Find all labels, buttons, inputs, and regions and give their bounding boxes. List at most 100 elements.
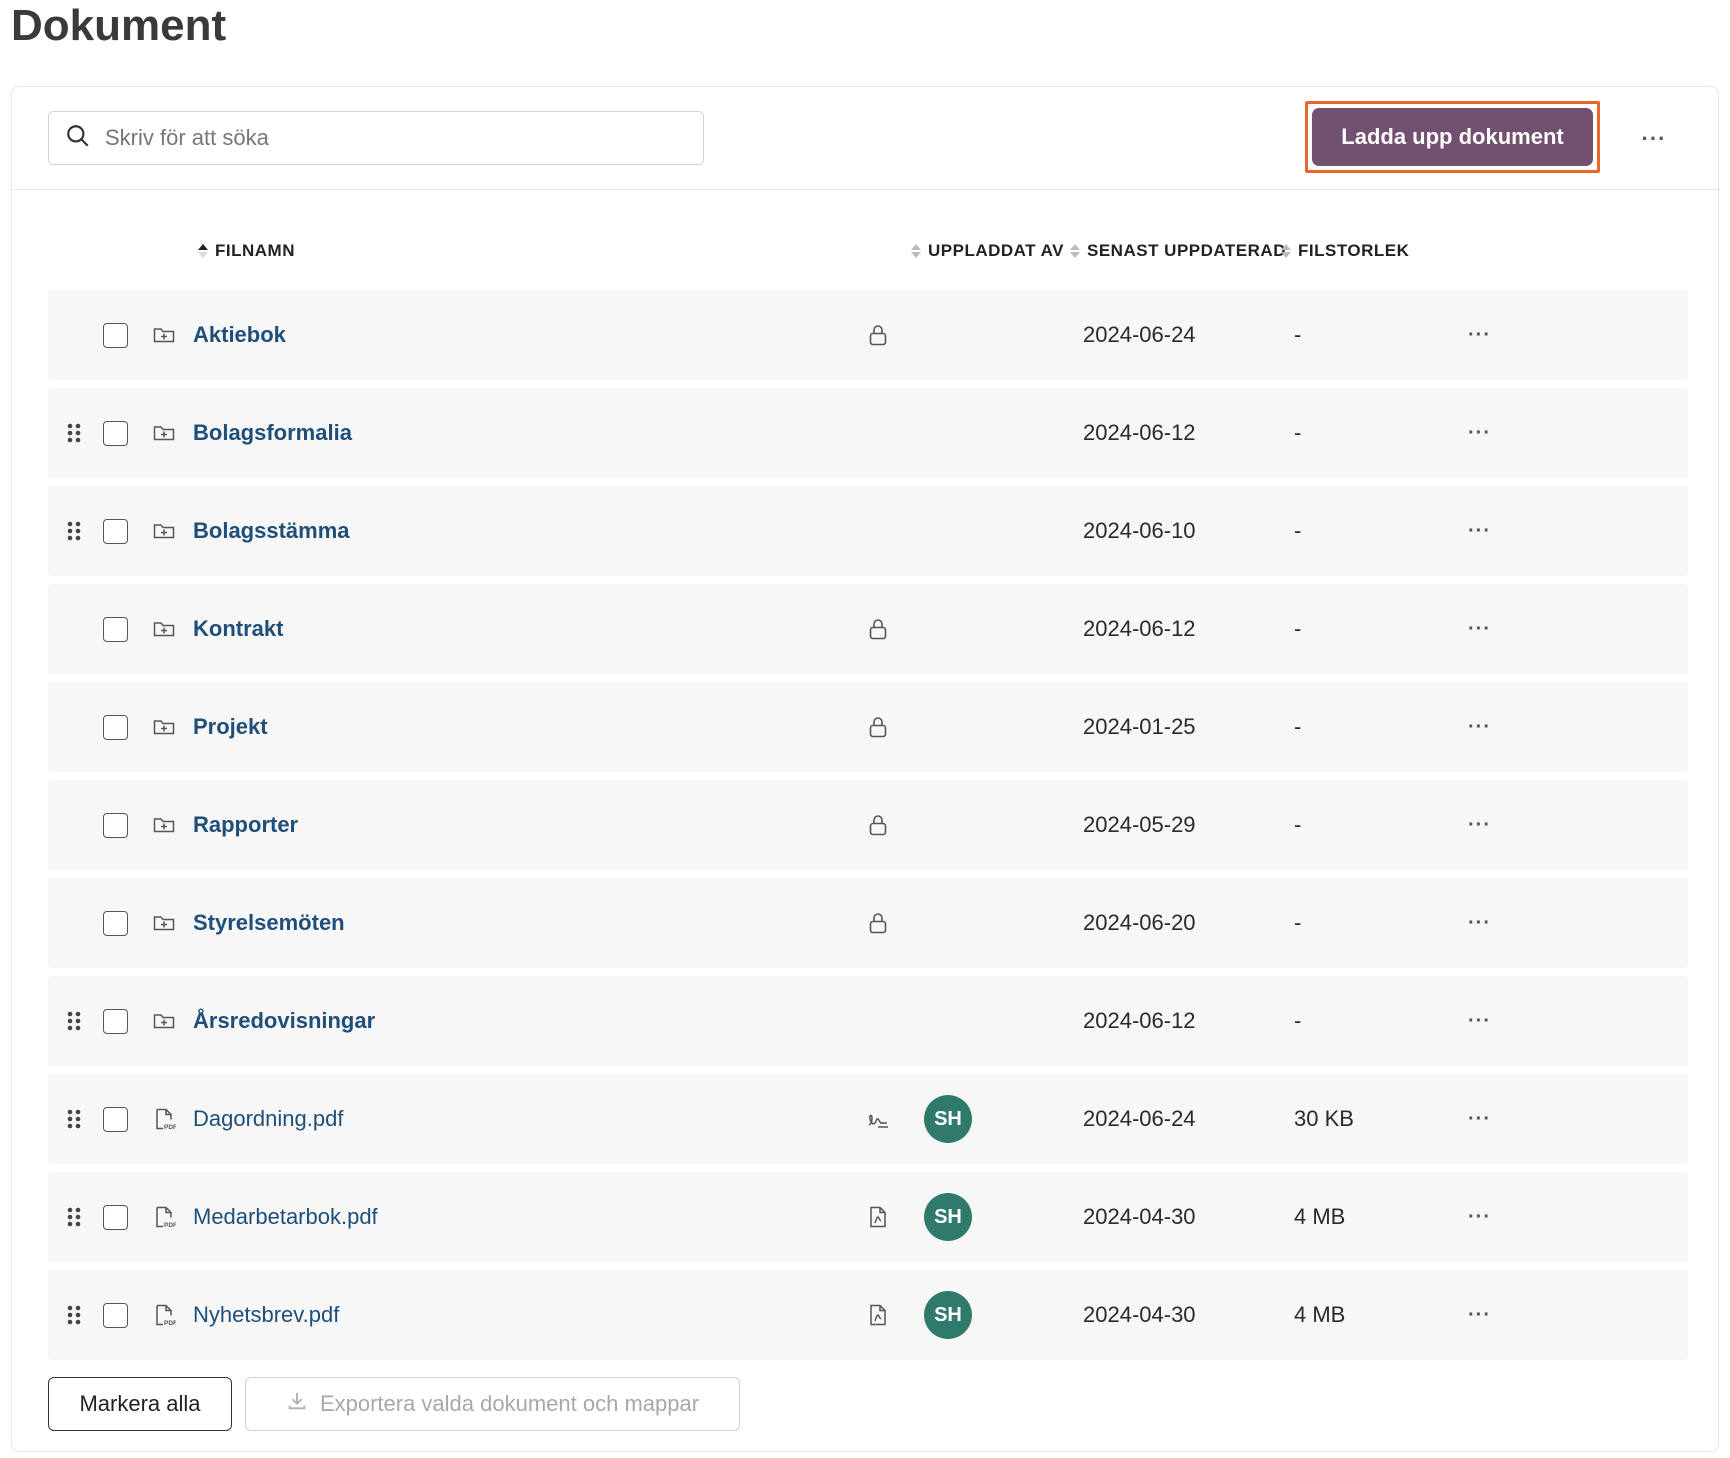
table-row[interactable]: PDF Medarbetarbok.pdf SH 2024-04-30 4 MB ··· — [48, 1172, 1688, 1262]
avatar: SH — [924, 1095, 972, 1143]
row-checkbox[interactable] — [103, 1302, 128, 1328]
upload-document-button[interactable]: Ladda upp dokument — [1312, 108, 1593, 166]
updated-date: 2024-06-12 — [1083, 420, 1196, 445]
file-name-link[interactable]: Aktiebok — [193, 322, 286, 348]
file-name-link[interactable]: Projekt — [193, 714, 268, 740]
lock-icon — [866, 584, 890, 674]
row-more-icon[interactable]: ··· — [1468, 290, 1491, 380]
row-checkbox[interactable] — [103, 322, 128, 348]
file-name-link[interactable]: Nyhetsbrev.pdf — [193, 1302, 339, 1328]
table-row[interactable]: PDF Dagordning.pdf SH 2024-06-24 30 KB ··· — [48, 1074, 1688, 1164]
updated-date: 2024-06-24 — [1083, 322, 1196, 347]
file-name-link[interactable]: Bolagsstämma — [193, 518, 350, 544]
row-more-icon[interactable]: ··· — [1468, 1172, 1491, 1262]
updated-date: 2024-06-12 — [1083, 1008, 1196, 1033]
row-checkbox[interactable] — [103, 1204, 128, 1230]
search-box[interactable] — [48, 111, 704, 165]
file-size: - — [1294, 812, 1302, 837]
drag-handle-icon[interactable] — [66, 388, 82, 478]
table-row[interactable]: Projekt 2024-01-25 - ··· — [48, 682, 1688, 772]
file-name-link[interactable]: Bolagsformalia — [193, 420, 352, 446]
row-checkbox[interactable] — [103, 1106, 128, 1132]
row-more-icon[interactable]: ··· — [1468, 1270, 1491, 1360]
row-more-icon[interactable]: ··· — [1468, 682, 1491, 772]
column-header-size[interactable]: FILSTORLEK — [1280, 227, 1409, 275]
row-checkbox[interactable] — [103, 518, 128, 544]
search-input[interactable] — [105, 125, 685, 151]
drag-handle-icon[interactable] — [66, 486, 82, 576]
export-button[interactable]: Exportera valda dokument och mappar — [245, 1377, 740, 1431]
pdf-file-icon: PDF — [152, 1270, 176, 1360]
svg-text:PDF: PDF — [164, 1320, 176, 1327]
folder-icon — [152, 976, 176, 1066]
document-icon — [866, 1172, 890, 1262]
row-checkbox[interactable] — [103, 616, 128, 642]
row-more-icon[interactable]: ··· — [1468, 878, 1491, 968]
file-name-link[interactable]: Kontrakt — [193, 616, 283, 642]
avatar: SH — [924, 1193, 972, 1241]
column-label-uploaded-by: UPPLADDAT AV — [928, 241, 1065, 260]
lock-icon — [866, 682, 890, 772]
row-more-icon[interactable]: ··· — [1468, 486, 1491, 576]
folder-icon — [152, 878, 176, 968]
lock-icon — [866, 290, 890, 380]
lock-icon — [866, 780, 890, 870]
table-row[interactable]: Styrelsemöten 2024-06-20 - ··· — [48, 878, 1688, 968]
svg-text:PDF: PDF — [164, 1222, 176, 1229]
table-row[interactable]: Kontrakt 2024-06-12 - ··· — [48, 584, 1688, 674]
folder-icon — [152, 584, 176, 674]
table-row[interactable]: PDF Nyhetsbrev.pdf SH 2024-04-30 4 MB ··· — [48, 1270, 1688, 1360]
file-size: - — [1294, 518, 1302, 543]
table-row[interactable]: Rapporter 2024-05-29 - ··· — [48, 780, 1688, 870]
file-name-link[interactable]: Dagordning.pdf — [193, 1106, 343, 1132]
file-name-link[interactable]: Styrelsemöten — [193, 910, 345, 936]
download-icon — [286, 1390, 308, 1418]
file-name-link[interactable]: Medarbetarbok.pdf — [193, 1204, 378, 1230]
file-size: 4 MB — [1294, 1302, 1346, 1327]
row-checkbox[interactable] — [103, 714, 128, 740]
row-checkbox[interactable] — [103, 420, 128, 446]
row-more-icon[interactable]: ··· — [1468, 780, 1491, 870]
more-options-icon[interactable]: ··· — [1632, 117, 1676, 161]
updated-date: 2024-04-30 — [1083, 1204, 1196, 1229]
file-name-link[interactable]: Rapporter — [193, 812, 298, 838]
select-all-button[interactable]: Markera alla — [48, 1377, 232, 1431]
drag-handle-icon[interactable] — [66, 1270, 82, 1360]
file-name-link[interactable]: Årsredovisningar — [193, 1008, 375, 1034]
file-size: 4 MB — [1294, 1204, 1346, 1229]
column-header-updated[interactable]: SENAST UPPDATERAD — [1069, 227, 1286, 275]
table-row[interactable]: Bolagsformalia 2024-06-12 - ··· — [48, 388, 1688, 478]
document-list: Aktiebok 2024-06-24 - ··· Bolagsformalia 2024… — [48, 290, 1688, 1368]
page-title: Dokument — [11, 1, 227, 50]
drag-handle-icon[interactable] — [66, 1074, 82, 1164]
column-label-filename: FILNAMN — [215, 241, 295, 260]
file-size: 30 KB — [1294, 1106, 1354, 1131]
row-checkbox[interactable] — [103, 910, 128, 936]
drag-handle-icon[interactable] — [66, 976, 82, 1066]
drag-handle-icon[interactable] — [66, 1172, 82, 1262]
upload-button-highlight: Ladda upp dokument — [1305, 101, 1600, 173]
row-more-icon[interactable]: ··· — [1468, 388, 1491, 478]
sort-icon — [910, 242, 922, 260]
column-header-filename[interactable]: FILNAMN — [197, 227, 295, 275]
row-checkbox[interactable] — [103, 1008, 128, 1034]
file-size: - — [1294, 714, 1302, 739]
row-more-icon[interactable]: ··· — [1468, 584, 1491, 674]
row-more-icon[interactable]: ··· — [1468, 1074, 1491, 1164]
column-header-uploaded-by[interactable]: UPPLADDAT AV — [910, 227, 1064, 275]
row-more-icon[interactable]: ··· — [1468, 976, 1491, 1066]
signature-icon — [866, 1074, 890, 1164]
pdf-file-icon: PDF — [152, 1074, 176, 1164]
updated-date: 2024-06-10 — [1083, 518, 1196, 543]
column-label-size: FILSTORLEK — [1298, 241, 1410, 260]
row-checkbox[interactable] — [103, 812, 128, 838]
table-row[interactable]: Bolagsstämma 2024-06-10 - ··· — [48, 486, 1688, 576]
table-row[interactable]: Aktiebok 2024-06-24 - ··· — [48, 290, 1688, 380]
file-size: - — [1294, 910, 1302, 935]
sort-icon — [1280, 242, 1292, 260]
sort-ascending-icon — [197, 242, 209, 260]
table-row[interactable]: Årsredovisningar 2024-06-12 - ··· — [48, 976, 1688, 1066]
file-size: - — [1294, 420, 1302, 445]
pdf-file-icon: PDF — [152, 1172, 176, 1262]
file-size: - — [1294, 322, 1302, 347]
